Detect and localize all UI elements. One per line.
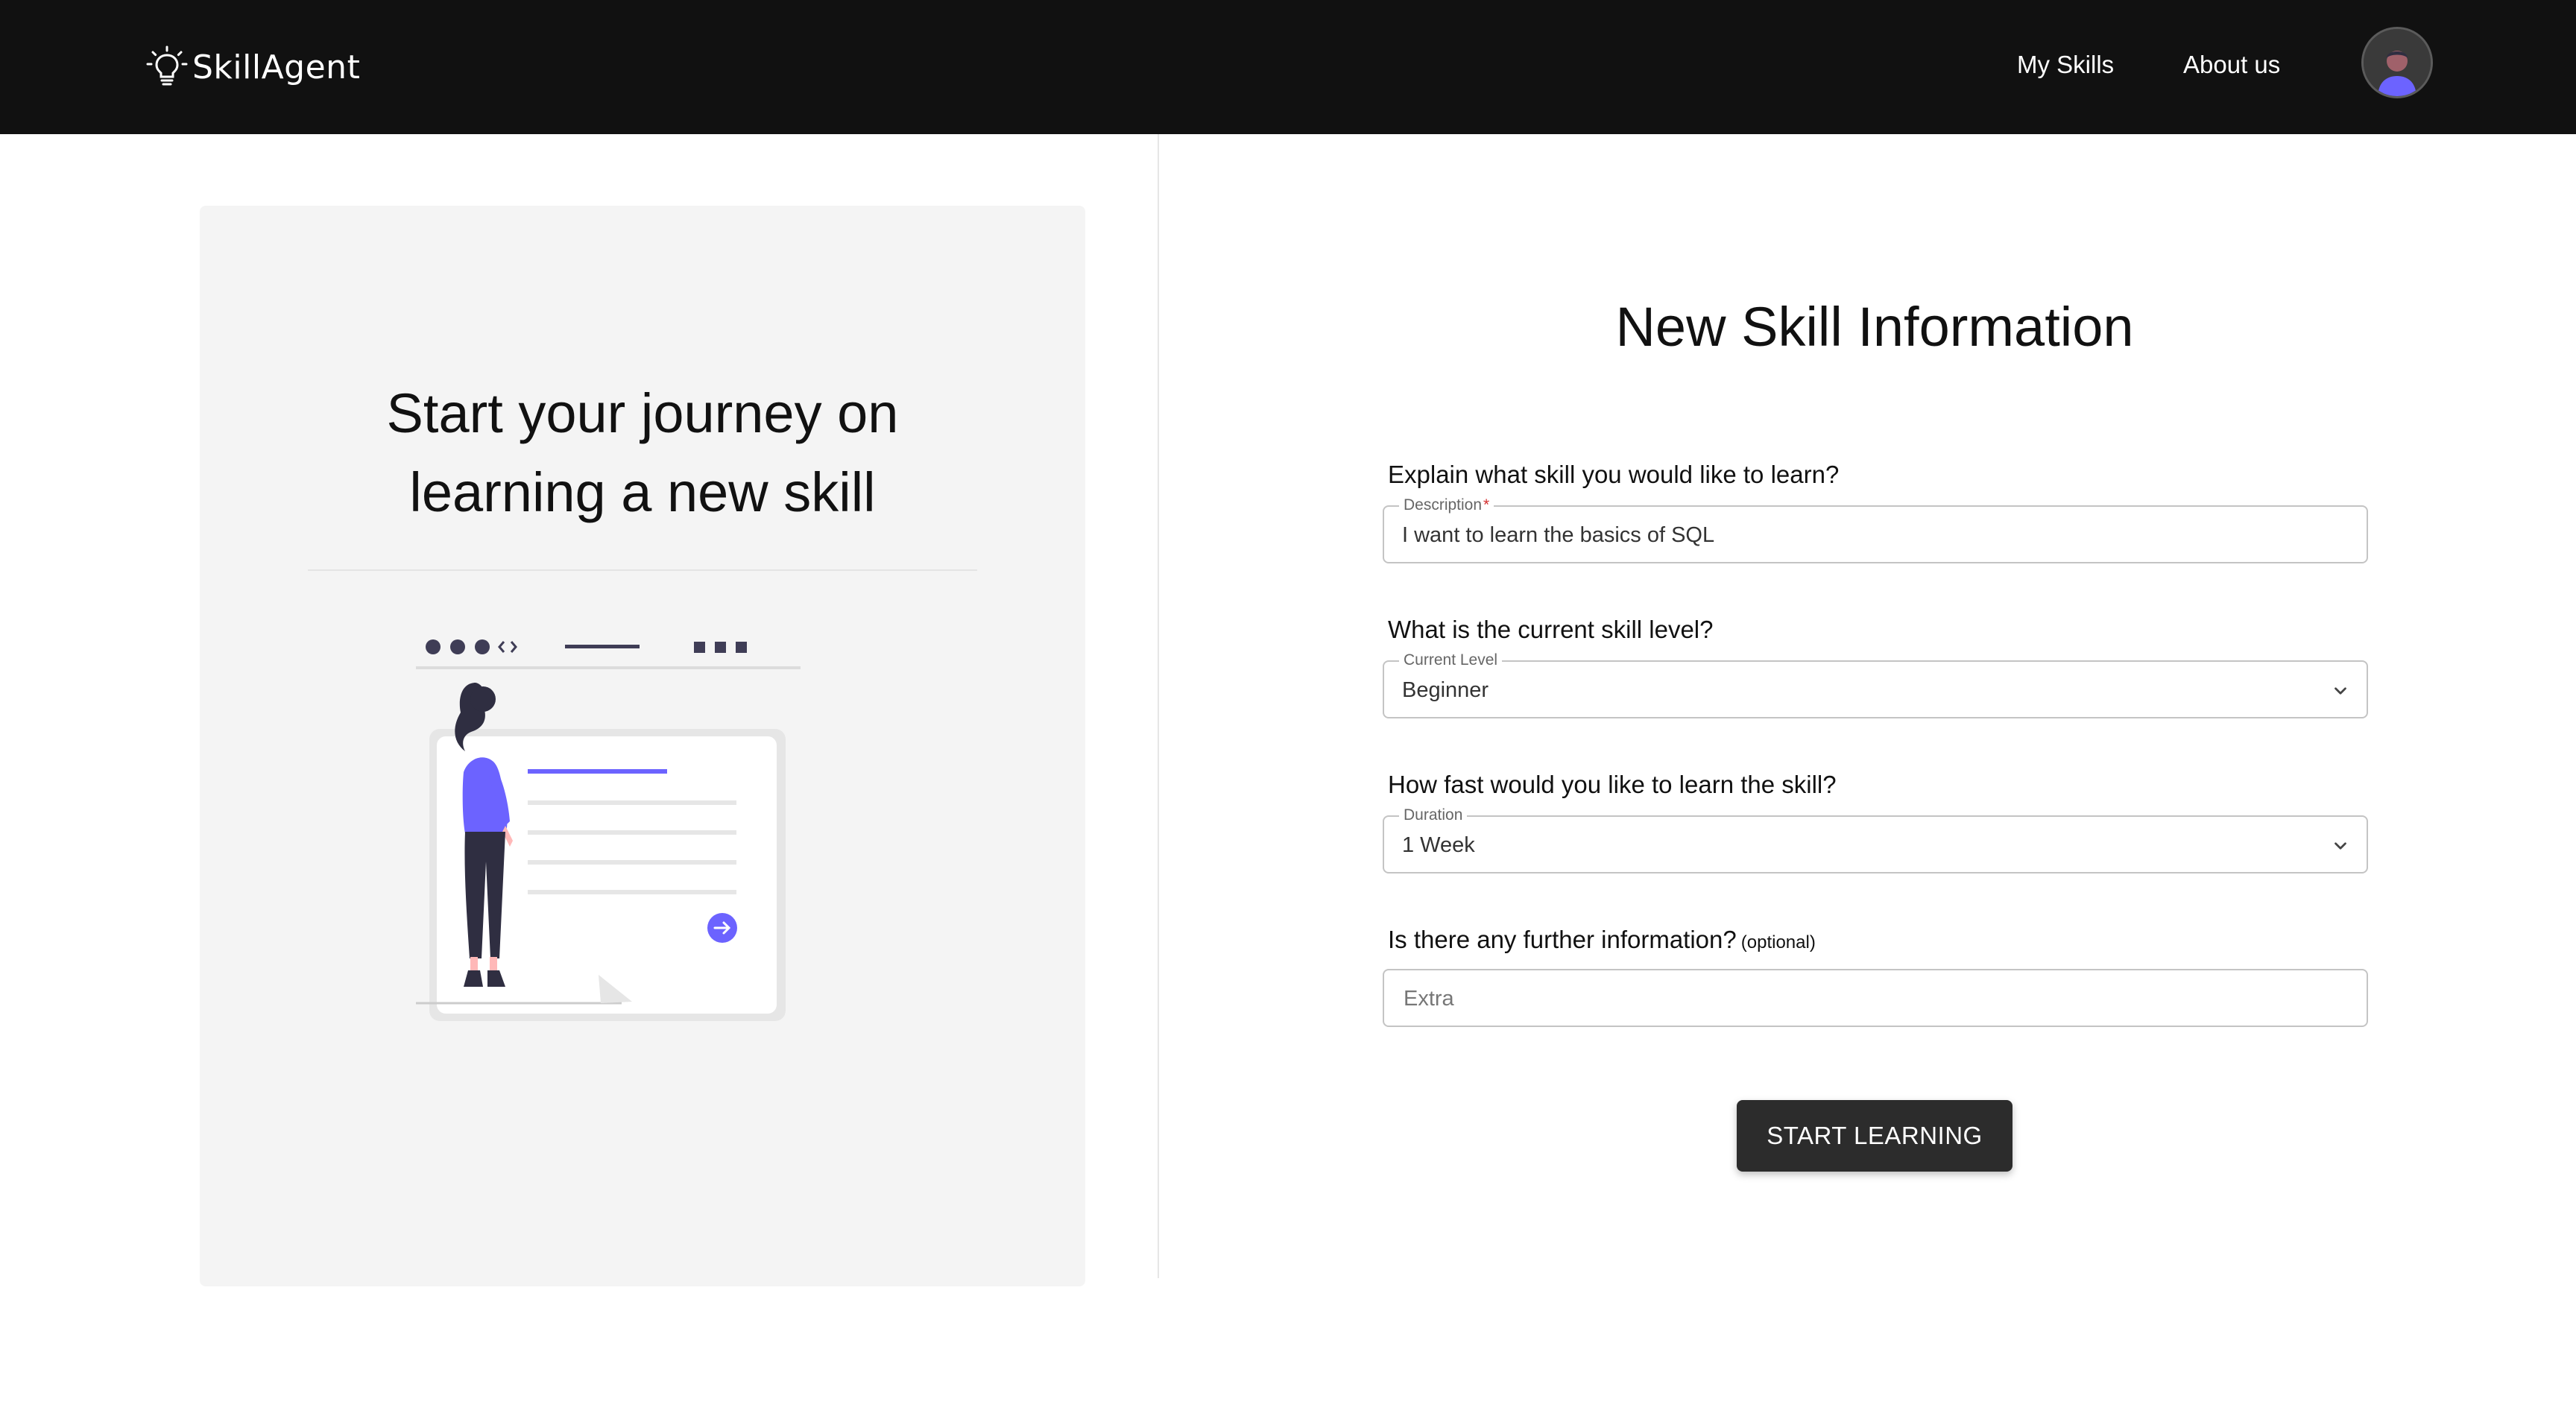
illus-dot-2 xyxy=(450,639,465,654)
illus-board-line-4 xyxy=(528,890,736,894)
nav-about-us[interactable]: About us xyxy=(2183,51,2280,79)
hero-title-line1: Start your journey on xyxy=(386,382,899,444)
illus-ankle-left xyxy=(470,957,478,972)
optional-note: (optional) xyxy=(1740,932,1816,952)
chevron-down-icon xyxy=(2334,842,2346,850)
lightbulb-icon xyxy=(146,45,188,86)
top-nav-bar: SkillAgent My Skills About us xyxy=(0,0,2576,134)
description-question: Explain what skill you would like to lea… xyxy=(1388,461,1840,488)
current-level-select[interactable]: Current Level Beginner xyxy=(1383,651,2368,718)
illus-board-line-3 xyxy=(528,860,736,865)
illus-dot-1 xyxy=(426,639,441,654)
user-avatar[interactable] xyxy=(2361,27,2433,98)
brand-name: SkillAgent xyxy=(192,48,361,86)
user-avatar-icon xyxy=(2364,29,2431,96)
illus-ankle-right xyxy=(490,957,497,972)
required-mark: * xyxy=(1483,496,1490,514)
duration-legend: Duration xyxy=(1399,806,1468,824)
extra-question-text: Is there any further information? xyxy=(1388,926,1737,953)
chevron-down-icon xyxy=(2334,687,2346,695)
illus-board-line-2 xyxy=(528,830,736,835)
description-field[interactable]: Description* I want to learn the basics … xyxy=(1383,496,2368,563)
hero-divider xyxy=(308,569,977,571)
description-legend-text: Description xyxy=(1404,496,1483,514)
illus-square-1 xyxy=(694,642,705,653)
nav-my-skills[interactable]: My Skills xyxy=(2017,51,2114,79)
start-learning-button[interactable]: START LEARNING xyxy=(1737,1100,2012,1172)
duration-question: How fast would you like to learn the ski… xyxy=(1388,771,1837,798)
code-brackets-icon xyxy=(498,641,517,653)
illus-square-3 xyxy=(736,642,747,653)
extra-question: Is there any further information? (option… xyxy=(1388,926,1816,954)
hero-card: Start your journey on learning a new ski… xyxy=(200,206,1085,1286)
current-level-value: Beginner xyxy=(1402,678,1489,702)
description-legend: Description* xyxy=(1399,496,1494,514)
extra-placeholder: Extra xyxy=(1404,987,1454,1011)
duration-select[interactable]: Duration 1 Week xyxy=(1383,806,2368,873)
illus-tab-line xyxy=(565,645,640,648)
hero-title: Start your journey on learning a new ski… xyxy=(200,374,1085,532)
current-level-legend: Current Level xyxy=(1399,651,1503,669)
description-value: I want to learn the basics of SQL xyxy=(1402,523,1715,547)
illus-board-heading xyxy=(528,769,667,774)
woman-at-board-illustration xyxy=(416,639,801,1021)
brand-logo[interactable]: SkillAgent xyxy=(146,45,360,89)
illus-board-line-1 xyxy=(528,800,736,805)
hero-title-line2: learning a new skill xyxy=(409,461,876,523)
vertical-divider xyxy=(1158,134,1159,1278)
duration-value: 1 Week xyxy=(1402,833,1475,857)
illus-head xyxy=(470,686,496,712)
illus-dot-3 xyxy=(475,639,490,654)
level-question: What is the current skill level? xyxy=(1388,616,1714,643)
extra-field[interactable]: Extra xyxy=(1383,969,2368,1027)
illus-square-2 xyxy=(715,642,726,653)
form-title: New Skill Information xyxy=(1615,296,2134,358)
